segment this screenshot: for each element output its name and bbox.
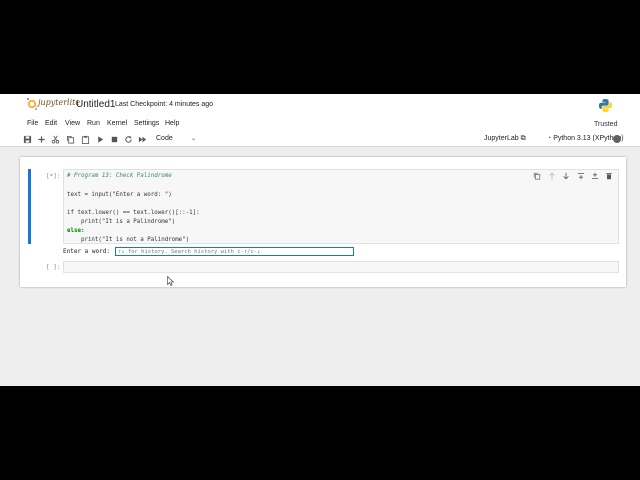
menu-kernel[interactable]: Kernel xyxy=(107,120,127,127)
delete-icon[interactable] xyxy=(605,172,613,180)
notebook-panel: [*]: # Program 13: Check Palindrome text… xyxy=(20,157,626,287)
notebook-toolbar: Code ⌄ JupyterLab ⧉ ◔ Python 3.13 (XPyth… xyxy=(0,132,640,147)
open-in-jupyterlab-link[interactable]: JupyterLab ⧉ xyxy=(484,135,526,143)
trusted-indicator[interactable]: Trusted xyxy=(594,121,617,128)
code-line: if text.lower() == text.lower()[::-1]: xyxy=(67,210,200,216)
top-header: jupyterlite Untitled1 Last Checkpoint: 4… xyxy=(0,94,640,116)
notebook-title[interactable]: Untitled1 xyxy=(76,99,115,110)
code-line: # Program 13: Check Palindrome xyxy=(67,173,172,179)
restart-icon[interactable] xyxy=(124,135,133,144)
execution-prompt: [*]: xyxy=(46,173,61,180)
mouse-cursor-icon xyxy=(167,276,174,286)
code-line: print("It is not a Palindrome") xyxy=(67,237,190,243)
python-logo-icon xyxy=(598,98,613,113)
jupyterlab-link-label: JupyterLab xyxy=(484,135,519,142)
add-cell-icon[interactable] xyxy=(37,135,46,144)
save-icon[interactable] xyxy=(23,135,32,144)
menu-file[interactable]: File xyxy=(27,120,38,127)
cell-type-select[interactable]: Code xyxy=(156,135,173,142)
menu-run[interactable]: Run xyxy=(87,120,100,127)
paste-icon[interactable] xyxy=(81,135,90,144)
menu-view[interactable]: View xyxy=(65,120,80,127)
duplicate-icon[interactable] xyxy=(533,172,541,180)
insert-above-icon[interactable] xyxy=(577,172,585,180)
cut-icon[interactable] xyxy=(51,135,60,144)
kernel-status-icon xyxy=(613,135,621,143)
move-up-icon[interactable] xyxy=(548,172,556,180)
insert-below-icon[interactable] xyxy=(591,172,599,180)
jupyter-logo-icon xyxy=(27,98,37,110)
stop-icon[interactable] xyxy=(110,135,119,144)
code-line: else: xyxy=(67,228,85,234)
menu-bar: File Edit View Run Kernel Settings Help xyxy=(0,116,640,132)
code-line: print("It is a Palindrome") xyxy=(67,219,176,225)
empty-cell-prompt: [ ]: xyxy=(46,264,61,271)
fast-forward-icon[interactable] xyxy=(138,135,147,144)
stdin-prompt: Enter a word: xyxy=(63,248,110,255)
logo-text: jupyterlite xyxy=(38,98,81,107)
menu-help[interactable]: Help xyxy=(165,120,179,127)
code-editor[interactable]: # Program 13: Check Palindrome text = in… xyxy=(63,169,619,244)
empty-code-editor[interactable] xyxy=(63,261,619,273)
stdin-input[interactable] xyxy=(115,247,354,256)
menu-edit[interactable]: Edit xyxy=(45,120,57,127)
copy-icon[interactable] xyxy=(66,135,75,144)
code-line: text = input("Enter a word: ") xyxy=(67,192,172,198)
checkpoint-status: Last Checkpoint: 4 minutes ago xyxy=(115,101,214,108)
menu-settings[interactable]: Settings xyxy=(134,120,159,127)
move-down-icon[interactable] xyxy=(562,172,570,180)
jupyterlite-window: jupyterlite Untitled1 Last Checkpoint: 4… xyxy=(0,94,640,386)
chevron-down-icon[interactable]: ⌄ xyxy=(191,135,196,142)
run-icon[interactable] xyxy=(96,135,105,144)
active-cell-indicator xyxy=(28,169,31,244)
kernel-activity-icon: ◔ xyxy=(547,135,552,142)
